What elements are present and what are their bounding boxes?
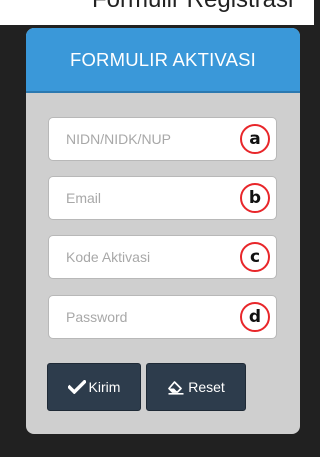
password-field[interactable]: d xyxy=(48,295,277,339)
eraser-icon xyxy=(168,380,184,395)
reset-label: Reset xyxy=(188,379,225,395)
activation-code-field[interactable]: c xyxy=(48,235,277,279)
annotation-marker-b: b xyxy=(240,183,270,213)
background-page-strip: Formulir Registrasi xyxy=(0,0,314,25)
check-icon xyxy=(67,380,86,394)
submit-label: Kirim xyxy=(88,379,121,395)
annotation-marker-c: c xyxy=(240,242,270,272)
form-title: FORMULIR AKTIVASI xyxy=(69,48,257,70)
activation-form-card: FORMULIR AKTIVASI a b c d Kirim Reset xyxy=(26,28,300,434)
background-page-text: Formulir Registrasi xyxy=(92,0,293,14)
annotation-marker-a: a xyxy=(240,124,270,154)
reset-button[interactable]: Reset xyxy=(146,363,246,411)
nidn-field[interactable]: a xyxy=(48,117,277,161)
form-header: FORMULIR AKTIVASI xyxy=(26,28,300,93)
email-field[interactable]: b xyxy=(48,176,277,220)
submit-button[interactable]: Kirim xyxy=(47,363,141,411)
annotation-marker-d: d xyxy=(240,302,270,332)
